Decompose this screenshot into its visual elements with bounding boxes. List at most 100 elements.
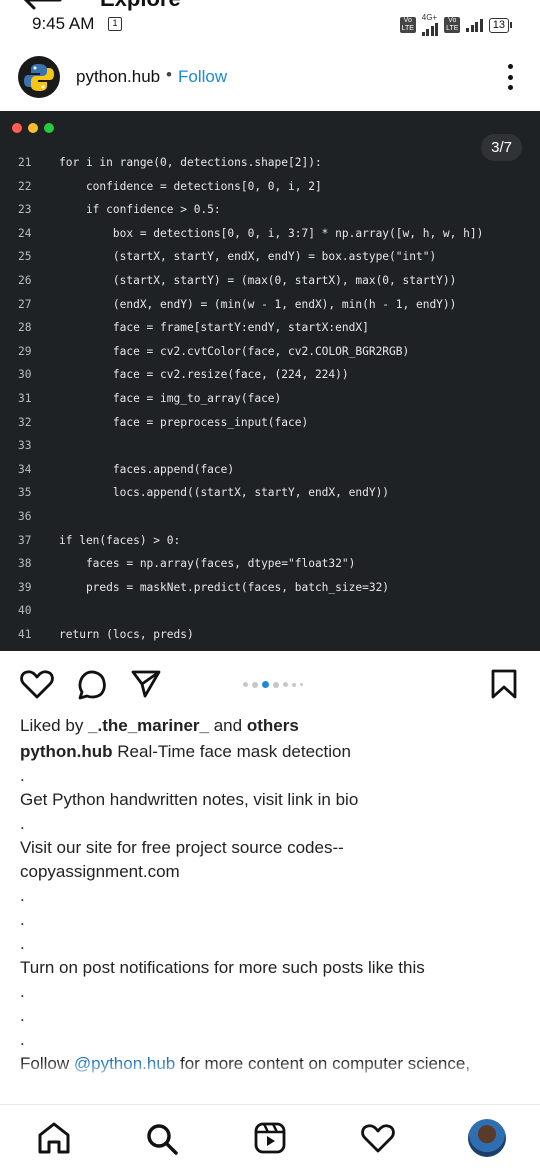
carousel-dot-active — [262, 681, 269, 688]
code-line: 29 face = cv2.cvtColor(face, cv2.COLOR_B… — [0, 340, 540, 364]
line-number: 27 — [18, 297, 32, 311]
search-icon[interactable] — [144, 1121, 180, 1155]
separator-dot: • — [166, 65, 172, 84]
code-line: 26 (startX, startY) = (max(0, startX), m… — [0, 269, 540, 293]
code-line: 25 (startX, startY, endX, endY) = box.as… — [0, 245, 540, 269]
code-line: 22 confidence = detections[0, 0, i, 2] — [0, 175, 540, 199]
signal-icon-2 — [466, 18, 483, 32]
line-number: 21 — [18, 156, 32, 169]
code-text: face = cv2.resize(face, (224, 224)) — [59, 368, 349, 382]
caption-dot: . — [20, 1006, 25, 1025]
code-text: return (locs, preds) — [59, 627, 194, 641]
likes-line: Liked by _.the_mariner_ and others — [20, 716, 299, 736]
caption-notify-line: Turn on post notifications for more such… — [20, 958, 425, 977]
line-number: 29 — [18, 344, 32, 358]
line-number: 28 — [18, 321, 32, 335]
code-text: face = frame[startY:endY, startX:endX] — [59, 321, 369, 335]
action-bar — [0, 662, 540, 706]
code-text: faces.append(face) — [59, 462, 235, 476]
code-text: face = preprocess_input(face) — [59, 415, 309, 429]
code-line: 37 if len(faces) > 0: — [0, 529, 540, 553]
status-time: 9:45 AM — [32, 14, 95, 33]
code-text: face = cv2.cvtColor(face, cv2.COLOR_BGR2… — [59, 344, 410, 358]
code-line: 23 if confidence > 0.5: — [0, 198, 540, 222]
liked-user-link[interactable]: _.the_mariner_ — [88, 716, 209, 735]
line-number: 35 — [18, 486, 32, 500]
caption-site-line-1: Visit our site for free project source c… — [20, 838, 344, 857]
line-number: 23 — [18, 203, 32, 217]
window-dot-green — [44, 123, 54, 133]
caption-title: Real-Time face mask detection — [112, 742, 351, 761]
code-line: 39 preds = maskNet.predict(faces, batch_… — [0, 576, 540, 600]
code-line: 30 face = cv2.resize(face, (224, 224)) — [0, 363, 540, 387]
bookmark-icon[interactable] — [490, 668, 518, 700]
volte-icon-2: Vo LTE — [444, 17, 461, 33]
code-text: preds = maskNet.predict(faces, batch_siz… — [59, 580, 390, 594]
line-number: 32 — [18, 415, 32, 429]
code-text: faces = np.array(faces, dtype="float32") — [59, 557, 356, 571]
code-line: 38 faces = np.array(faces, dtype="float3… — [0, 552, 540, 576]
line-number: 25 — [18, 250, 32, 264]
line-number: 40 — [18, 604, 32, 618]
caption-dot: . — [20, 934, 25, 953]
code-line: 36 — [0, 505, 540, 529]
carousel-dot — [292, 682, 296, 687]
code-line: 21 for i in range(0, detections.shape[2])… — [0, 151, 540, 175]
code-text: for i in range(0, detections.shape[2]): — [59, 156, 322, 169]
caption-site-line-2: copyassignment.com — [20, 862, 180, 881]
caption-dot: . — [20, 886, 25, 905]
window-dot-yellow — [28, 123, 38, 133]
activity-heart-icon[interactable] — [360, 1121, 396, 1155]
liked-others-link[interactable]: others — [247, 716, 299, 735]
window-dot-red — [12, 123, 22, 133]
code-text: if len(faces) > 0: — [59, 533, 181, 547]
code-line: 33 — [0, 434, 540, 458]
caption-account-link[interactable]: python.hub — [20, 742, 113, 761]
window-controls — [12, 123, 54, 133]
line-number: 41 — [18, 627, 32, 641]
status-indicators: Vo LTE 4G+ Vo LTE 13 — [399, 13, 512, 36]
follow-button[interactable]: Follow — [178, 67, 227, 87]
line-number: 38 — [18, 557, 32, 571]
carousel-indicator — [243, 681, 303, 688]
code-line: 31 face = img_to_array(face) — [0, 387, 540, 411]
heart-icon[interactable] — [20, 668, 54, 700]
network-type-label: 4G+ — [421, 13, 438, 22]
liked-and-label: and — [209, 716, 247, 735]
liked-by-label: Liked by — [20, 716, 89, 735]
share-icon[interactable] — [130, 668, 162, 700]
code-text: (startX, startY, endX, endY) = box.astyp… — [59, 250, 437, 264]
comment-icon[interactable] — [76, 668, 108, 700]
code-line: 28 face = frame[startY:endY, startX:endX… — [0, 316, 540, 340]
code-text: confidence = detections[0, 0, i, 2] — [59, 179, 322, 193]
carousel-dot — [273, 681, 279, 688]
code-line: 40 — [0, 599, 540, 623]
account-name[interactable]: python.hub — [76, 67, 160, 87]
code-text: if confidence > 0.5: — [59, 203, 221, 217]
code-line: 41 return (locs, preds) — [0, 623, 540, 647]
battery-level: 13 — [488, 17, 509, 33]
caption-dot: . — [20, 982, 25, 1001]
caption-dot: . — [20, 814, 25, 833]
post-image[interactable]: 3/7 21 for i in range(0, detections.shape… — [0, 111, 540, 651]
notification-icon: 1 — [108, 17, 122, 31]
signal-icon — [421, 22, 439, 36]
profile-avatar[interactable] — [468, 1119, 506, 1157]
reels-icon[interactable] — [252, 1121, 288, 1155]
home-icon[interactable] — [36, 1121, 72, 1155]
volte-icon: Vo LTE — [399, 17, 416, 33]
code-text: box = detections[0, 0, i, 3:7] * np.arra… — [59, 226, 484, 240]
code-line: 35 locs.append((startX, startY, endX, en… — [0, 481, 540, 505]
code-text: (endX, endY) = (min(w - 1, endX), min(h … — [59, 297, 457, 311]
line-number: 26 — [18, 273, 32, 287]
caption-dot: . — [20, 766, 25, 785]
line-number: 24 — [18, 226, 32, 240]
account-avatar[interactable] — [18, 56, 60, 98]
python-logo-icon — [24, 64, 54, 91]
status-bar: Explore 9:45 AM 1 Vo LTE 4G+ Vo LTE 13 — [0, 0, 540, 44]
more-options-icon[interactable] — [506, 64, 514, 90]
code-line: 34 faces.append(face) — [0, 458, 540, 482]
code-text: face = img_to_array(face) — [59, 391, 282, 405]
back-arrow-icon[interactable] — [20, 0, 64, 14]
caption-dot: . — [20, 1030, 25, 1049]
